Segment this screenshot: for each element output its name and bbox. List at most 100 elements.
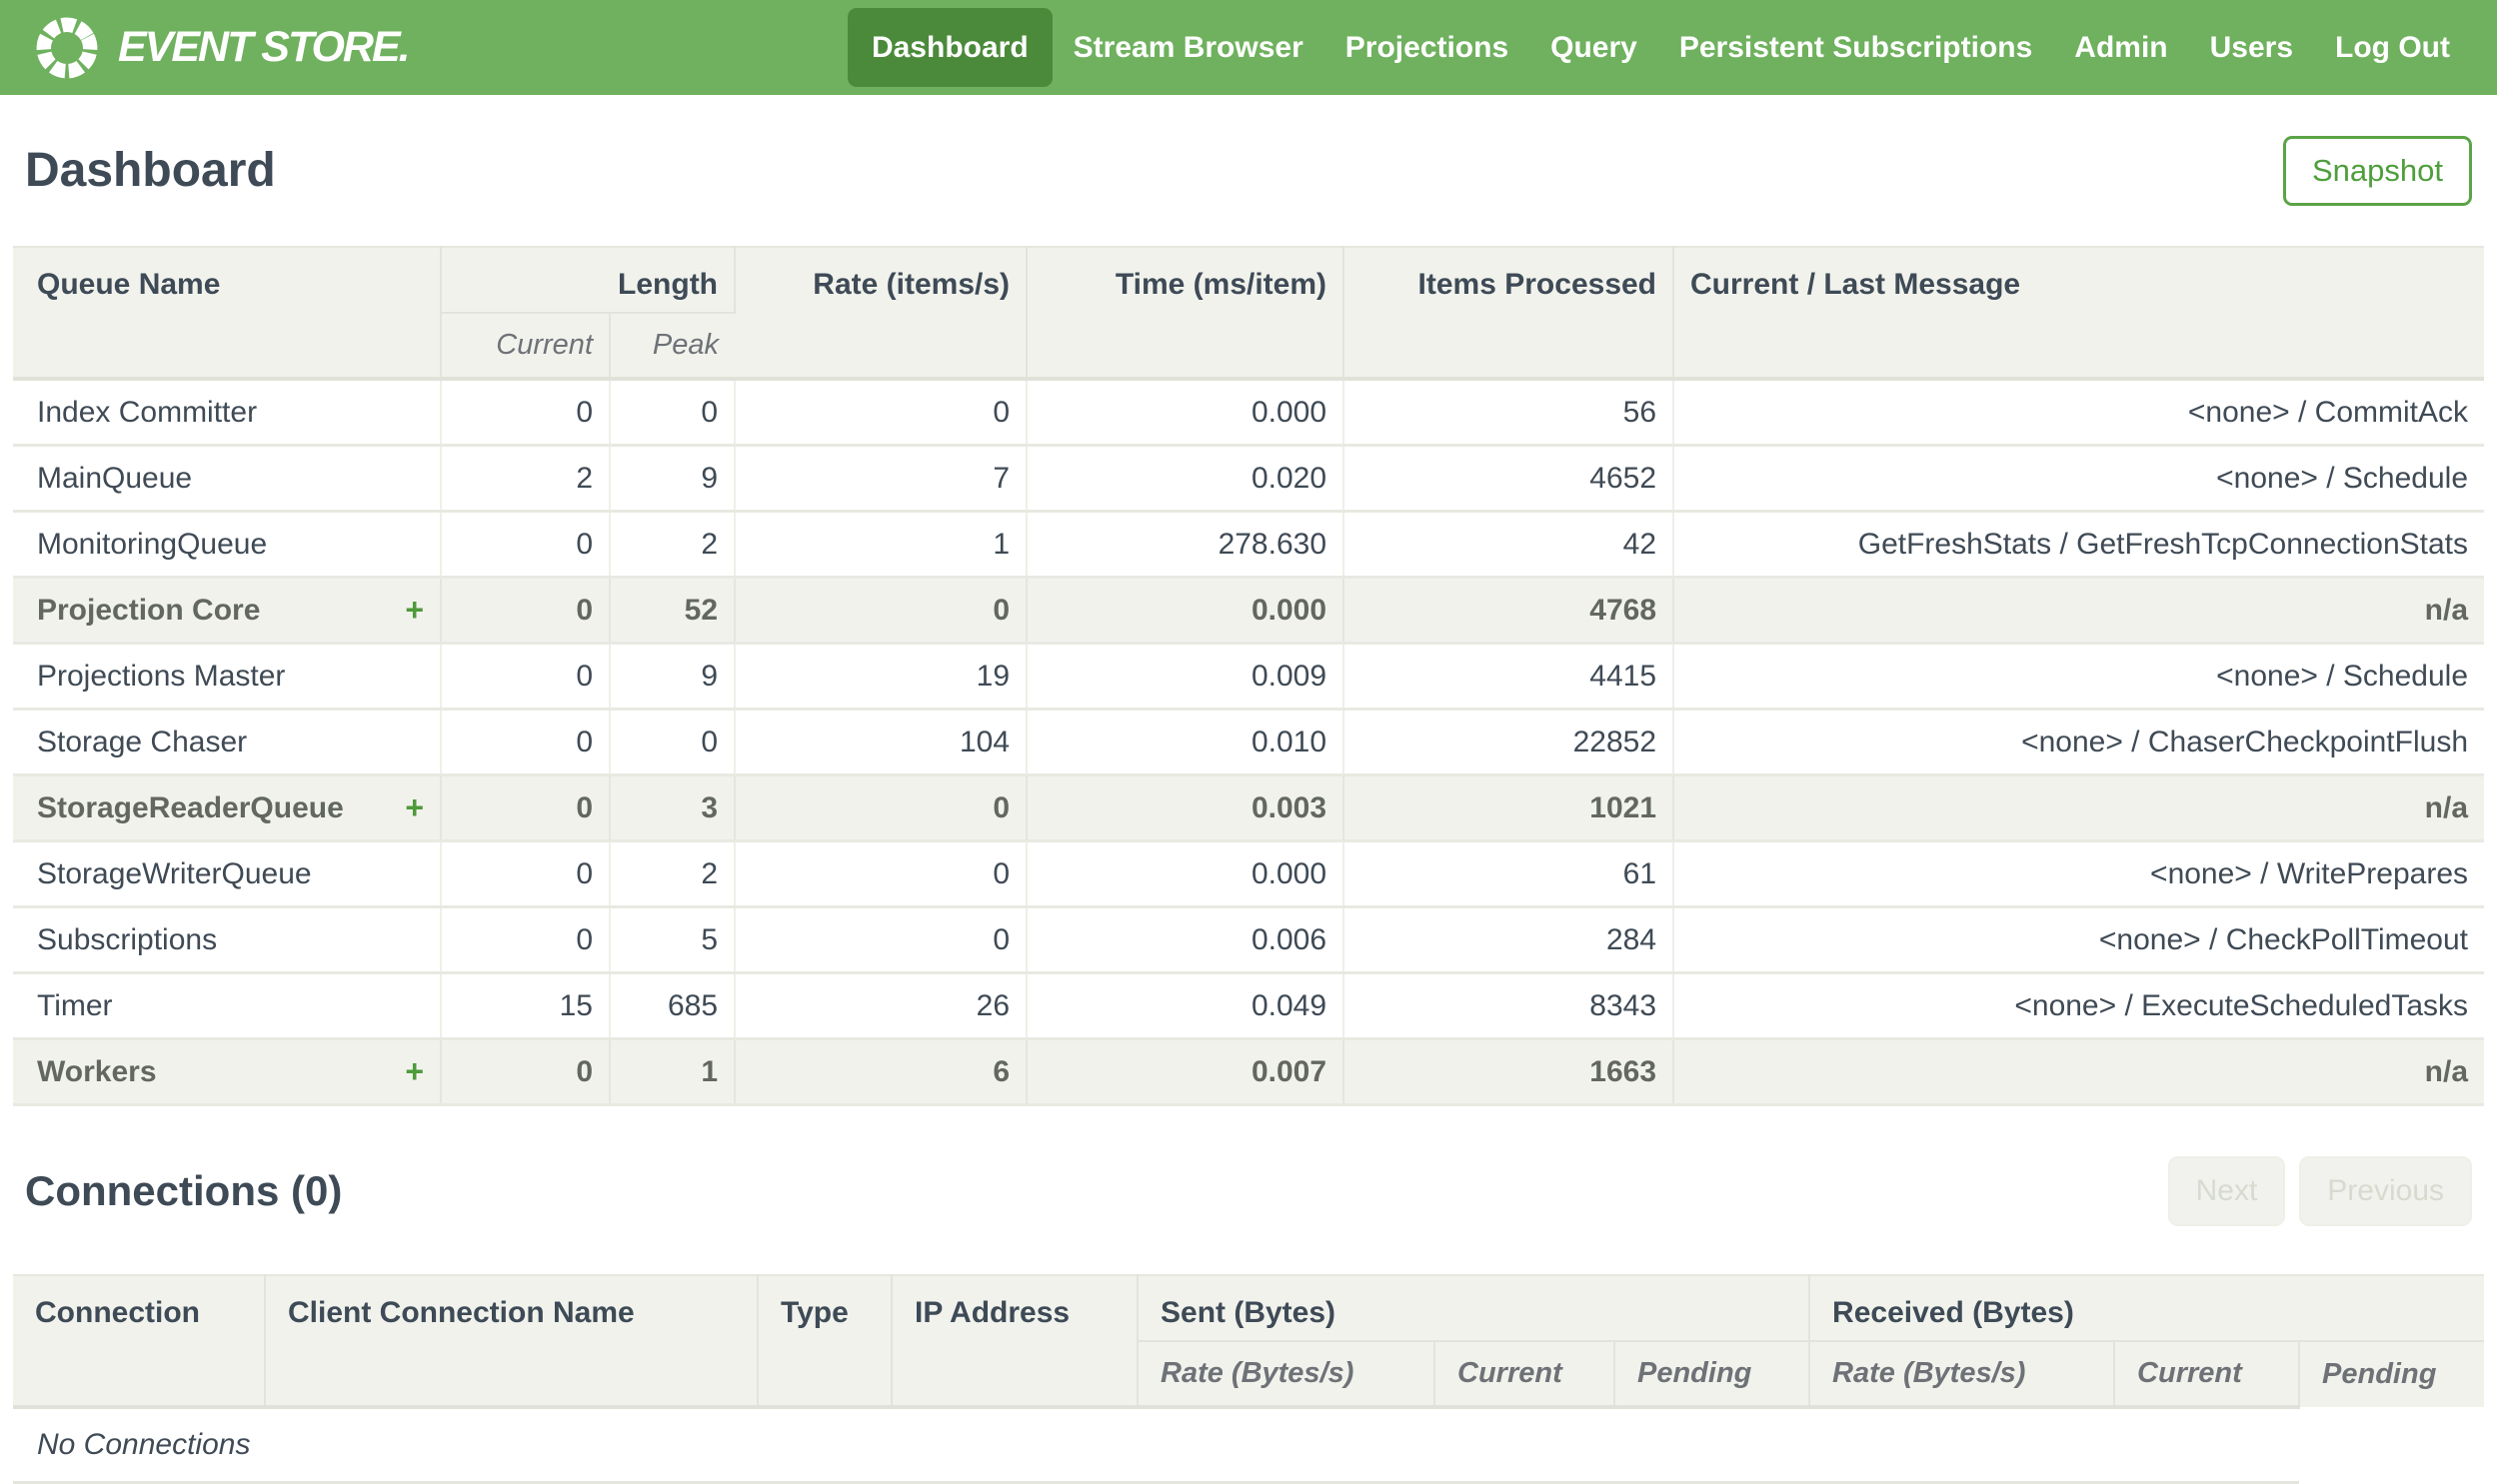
connections-header: Connections (0) Next Previous [13,1106,2484,1274]
queue-row: StorageWriterQueue 0 2 0 0.000 61 <none> / Wri… [13,840,2485,908]
col-message: Current / Last Message [1673,246,2485,379]
queue-name: Subscriptions [37,923,218,956]
previous-button[interactable]: Previous [2299,1156,2472,1226]
queue-time: 0.007 [1027,1038,1345,1106]
nav-item-query[interactable]: Query [1529,8,1658,87]
queue-message: <none> / Schedule [1673,445,2485,513]
queue-row: Subscriptions 0 5 0 0.006 284 <none> / CheckPo… [13,906,2485,974]
col-time: Time (ms/item) [1027,246,1345,379]
connections-table-header: Connection Client Connection Name Type I… [13,1274,2485,1407]
queue-message: n/a [1673,577,2485,645]
queue-name-cell: Index Committer [13,377,442,447]
col-type: Type [758,1274,893,1407]
queue-items: 42 [1343,511,1675,579]
snapshot-button[interactable]: Snapshot [2283,135,2472,206]
queue-rate: 0 [735,774,1029,842]
nav-item-stream-browser[interactable]: Stream Browser [1053,8,1324,87]
col-sent-current: Current [1434,1341,1615,1407]
queue-items: 4415 [1343,643,1675,711]
page-header: Dashboard Snapshot [13,95,2484,246]
nav-item-dashboard[interactable]: Dashboard [847,8,1053,87]
queue-message: GetFreshStats / GetFreshTcpConnectionSta… [1673,511,2485,579]
queue-row: + StorageReaderQueue 0 3 0 0.003 1021 n/a [13,774,2485,842]
queue-row: MonitoringQueue 0 2 1 278.630 42 GetFreshStats… [13,511,2485,579]
queue-time: 0.049 [1027,972,1345,1040]
nav-item-users[interactable]: Users [2189,8,2314,87]
queue-rate: 0 [735,906,1029,974]
col-received-current: Current [2114,1341,2301,1407]
col-queue-name: Queue Name [13,246,442,379]
queue-peak: 2 [610,511,737,579]
queue-rate: 0 [735,840,1029,908]
col-sent-rate: Rate (Bytes/s) [1138,1341,1435,1407]
queue-row: MainQueue 2 9 7 0.020 4652 <none> / Schedule [13,445,2485,513]
queue-rate: 7 [735,445,1029,513]
queue-items: 284 [1343,906,1675,974]
queue-time: 0.000 [1027,577,1345,645]
queue-current: 0 [441,840,611,908]
queue-time: 0.000 [1027,840,1345,908]
col-sent-bytes: Sent (Bytes) [1138,1274,1811,1342]
expand-icon[interactable]: + [405,1040,424,1102]
col-items-processed: Items Processed [1343,246,1675,379]
queue-name-cell: + StorageReaderQueue [13,774,442,842]
queue-peak: 0 [610,377,737,447]
brand-text: EVENT STORE. [118,23,411,71]
queue-row: Timer 15 685 26 0.049 8343 <none> / ExecuteSch… [13,972,2485,1040]
next-button[interactable]: Next [2167,1156,2286,1226]
queue-name-cell: Timer [13,972,442,1040]
col-ip-address: IP Address [892,1274,1139,1407]
queue-peak: 1 [610,1038,737,1106]
queue-name-cell: Subscriptions [13,906,442,974]
queue-name: Timer [37,989,113,1022]
queue-row: Storage Chaser 0 0 104 0.010 22852 <none> / Ch… [13,709,2485,776]
queue-name-cell: MonitoringQueue [13,511,442,579]
queue-items: 4768 [1343,577,1675,645]
queue-peak: 685 [610,972,737,1040]
expand-icon[interactable]: + [405,579,424,641]
queue-time: 0.003 [1027,774,1345,842]
queues-tbody: Index Committer 0 0 0 0.000 56 <none> / Commit… [13,377,2485,1106]
expand-icon[interactable]: + [405,776,424,838]
queue-name: MainQueue [37,462,193,495]
nav-item-projections[interactable]: Projections [1324,8,1529,87]
queue-peak: 0 [610,709,737,776]
nav-item-admin[interactable]: Admin [2053,8,2188,87]
nav-item-persistent-subscriptions[interactable]: Persistent Subscriptions [1658,8,2053,87]
no-connections-text: No Connections [13,1405,2300,1484]
queue-name-cell: + Projection Core [13,577,442,645]
queue-rate: 104 [735,709,1029,776]
queue-name-cell: Projections Master [13,643,442,711]
queue-row: + Workers 0 1 6 0.007 1663 n/a [13,1038,2485,1106]
queue-items: 1021 [1343,774,1675,842]
col-client-connection-name: Client Connection Name [265,1274,759,1407]
queue-rate: 6 [735,1038,1029,1106]
col-received-pending: Pending [2299,1341,2485,1407]
main-content: Dashboard Snapshot Queue Name Length Rat… [0,95,2497,1484]
col-received-rate: Rate (Bytes/s) [1809,1341,2116,1407]
queues-table: Queue Name Length Rate (items/s) Time (m… [13,246,2485,1106]
col-received-bytes: Received (Bytes) [1809,1274,2485,1342]
queue-peak: 52 [610,577,737,645]
queue-items: 1663 [1343,1038,1675,1106]
queue-items: 4652 [1343,445,1675,513]
connections-tbody: No Connections [13,1405,2484,1484]
queue-message: <none> / CheckPollTimeout [1673,906,2485,974]
connections-table: Connection Client Connection Name Type I… [13,1274,2485,1484]
queue-row: Projections Master 0 9 19 0.009 4415 <none> / … [13,643,2485,711]
queue-current: 0 [441,709,611,776]
queue-items: 8343 [1343,972,1675,1040]
queue-time: 0.006 [1027,906,1345,974]
queues-header: Queue Name Length Rate (items/s) Time (m… [13,246,2485,379]
queue-peak: 9 [610,643,737,711]
nav-item-log-out[interactable]: Log Out [2314,8,2471,87]
queue-current: 0 [441,577,611,645]
queue-message: <none> / CommitAck [1673,377,2485,447]
queue-message: <none> / WritePrepares [1673,840,2485,908]
queue-current: 0 [441,774,611,842]
queue-time: 0.020 [1027,445,1345,513]
queue-message: <none> / Schedule [1673,643,2485,711]
queue-name: Index Committer [37,396,258,429]
nav-menu: Dashboard Stream Browser Projections Query P… [847,8,2471,87]
brand[interactable]: EVENT STORE. [34,15,411,81]
